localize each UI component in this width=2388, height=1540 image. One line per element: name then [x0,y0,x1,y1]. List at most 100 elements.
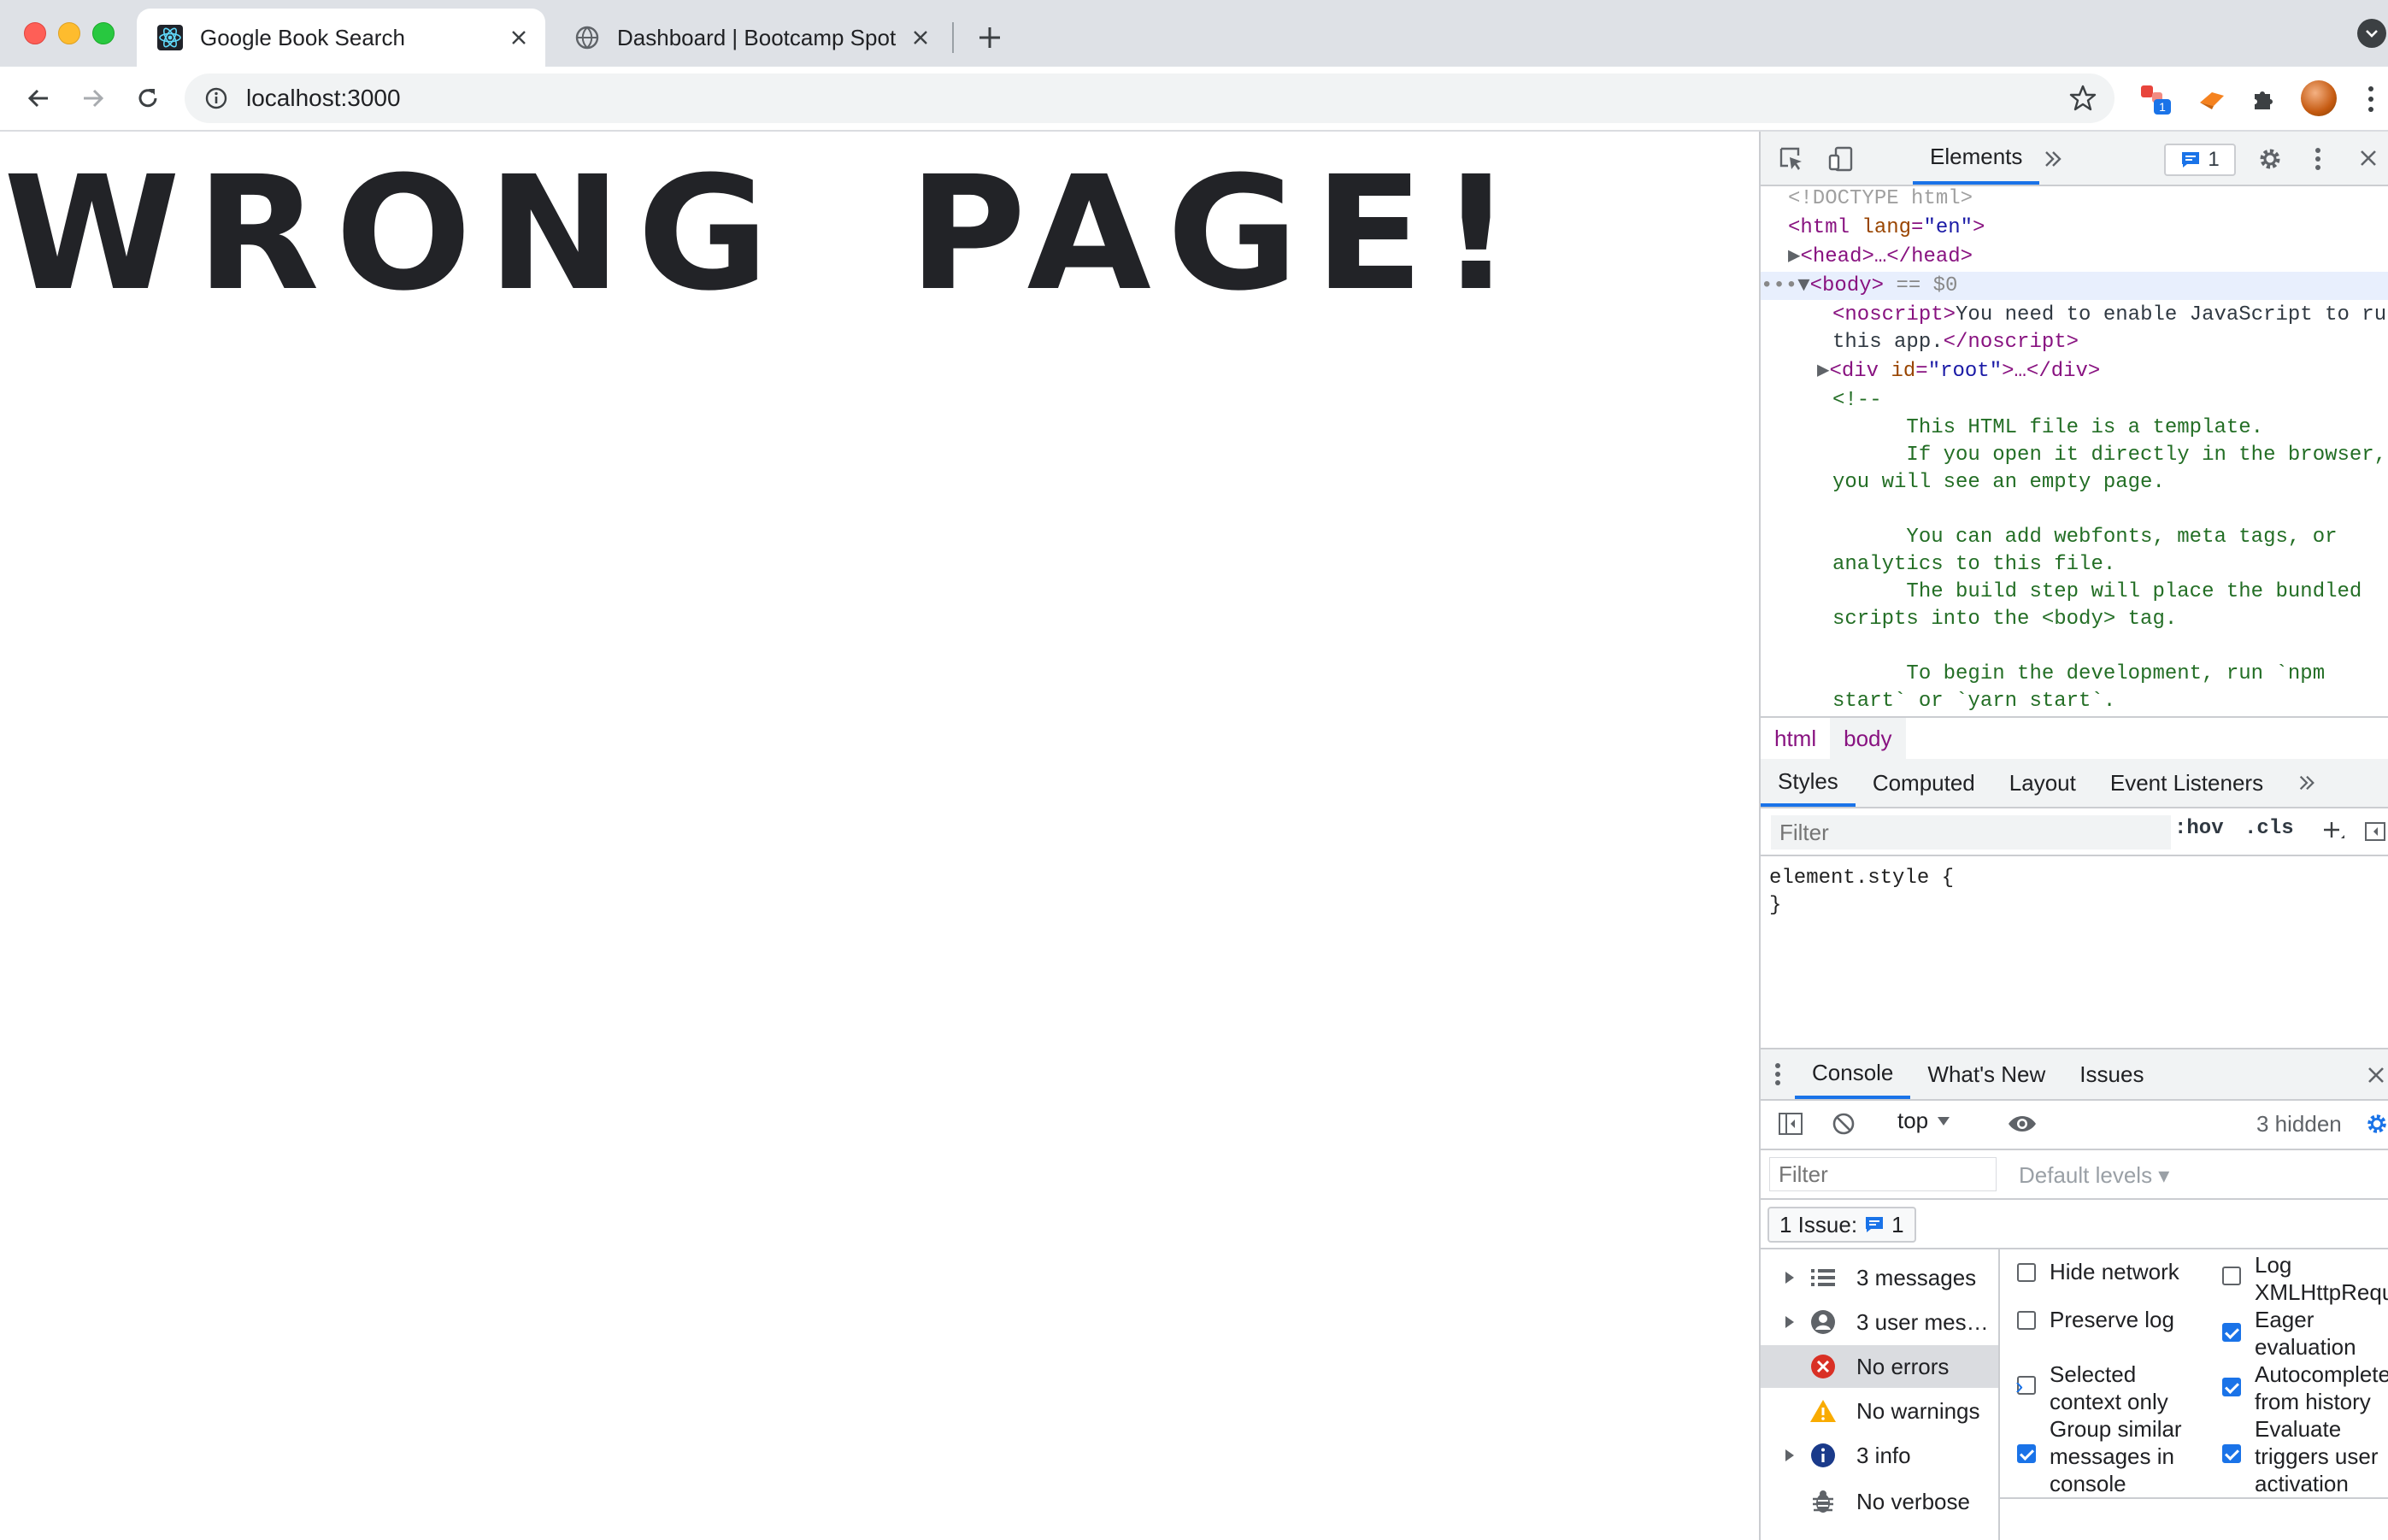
tab-computed[interactable]: Computed [1856,759,1992,807]
dom-head-node[interactable]: ▶<head>…</head> [1788,243,1973,271]
profile-avatar[interactable] [2301,80,2337,116]
clear-console-icon[interactable] [1829,1109,1858,1138]
tab-console[interactable]: Console [1795,1049,1911,1099]
forward-arrow-icon [84,89,104,108]
sidebar-item-warnings[interactable]: No warnings [1761,1390,1998,1432]
back-button[interactable] [19,79,58,118]
tab-event-listeners[interactable]: Event Listeners [2093,759,2280,807]
window-close-button[interactable] [24,22,46,44]
setting-label: Hide network [2050,1259,2179,1284]
issues-pill-count: 1 [1891,1211,1904,1237]
more-tabs-icon[interactable] [2039,145,2067,173]
log-levels-dropdown[interactable]: Default levels ▾ [2019,1162,2169,1189]
tab-google-book-search[interactable]: Google Book Search [137,9,545,67]
tab-elements[interactable]: Elements [1913,132,2040,185]
devtools-menu-icon[interactable] [2309,144,2326,174]
context-selector[interactable]: top [1897,1108,1950,1134]
settings-gear-icon[interactable] [2255,144,2285,174]
issues-counter[interactable]: 1 [2164,144,2236,176]
menu-kebab-icon[interactable] [2362,82,2379,116]
tab-search-button[interactable] [2357,19,2386,48]
dom-root-div-node[interactable]: ▶<div id="root">…</div> [1817,357,2100,385]
breadcrumb-body[interactable]: body [1830,718,1906,759]
site-info-icon[interactable] [203,85,229,111]
dom-html-node[interactable]: <html lang="en"> [1788,214,1985,242]
puzzle-icon[interactable] [2246,82,2280,116]
reload-button[interactable] [128,79,168,118]
styles-filter-input[interactable] [1771,815,2171,849]
sidebar-item-label: 3 messages [1856,1264,1977,1290]
tab-separator [952,22,954,53]
console-settings-icon[interactable] [2364,1109,2388,1138]
console-sidebar-toggle-icon[interactable] [1776,1109,1805,1138]
evaluate-triggers-checkbox[interactable] [2222,1444,2241,1463]
autocomplete-history-checkbox[interactable] [2222,1378,2241,1396]
dom-comment-line: start` or `yarn start`. [1832,690,2116,713]
expand-arrow-icon [1785,1449,1794,1461]
breadcrumb: html body [1761,716,2388,761]
sidebar-item-messages[interactable]: 3 messages [1761,1256,1998,1299]
element-style-rule[interactable]: element.style { } [1769,865,1954,920]
setting-label: Group similar messages in console [2050,1416,2182,1496]
setting-selected-context[interactable]: Selected context only [2017,1361,2168,1415]
live-expression-eye-icon[interactable] [2005,1109,2039,1138]
tab-whats-new[interactable]: What's New [1910,1049,2062,1099]
setting-preserve-log[interactable]: Preserve log [2017,1307,2174,1333]
log-xhr-checkbox[interactable] [2222,1267,2241,1285]
class-toggle[interactable]: .cls [2244,817,2294,840]
close-icon[interactable] [504,23,533,52]
eager-evaluation-checkbox[interactable] [2222,1323,2241,1342]
setting-log-xmlhttprequests[interactable]: Log XMLHttpRequ [2222,1251,2388,1306]
breadcrumb-html[interactable]: html [1761,718,1830,759]
hide-network-checkbox[interactable] [2017,1263,2036,1282]
device-toolbar-icon[interactable] [1826,144,1856,174]
toggle-sidebar-icon[interactable] [2362,819,2388,844]
bookmark-star-icon[interactable] [2068,84,2097,113]
dom-comment-line: If you open it directly in the browser, [1832,444,2387,467]
tab-layout[interactable]: Layout [1992,759,2093,807]
setting-hide-network[interactable]: Hide network [2017,1259,2179,1285]
info-icon [1809,1441,1838,1470]
new-tab-button[interactable] [971,19,1009,56]
window-zoom-button[interactable] [92,22,115,44]
tab-styles[interactable]: Styles [1761,759,1856,807]
console-prompt-icon[interactable]: › [2015,1372,2023,1400]
tab-dashboard-bootcamp-spot[interactable]: Dashboard | Bootcamp Spot [554,9,947,67]
sidebar-item-user-messages[interactable]: 3 user mes… [1761,1301,1998,1343]
page-viewport: WRONG PAGE! [0,132,1761,1540]
setting-label: Selected context only [2050,1361,2168,1414]
sidebar-item-verbose[interactable]: No verbose [1761,1480,1998,1523]
close-devtools-icon[interactable] [2356,145,2381,171]
add-rule-icon[interactable] [2320,817,2347,844]
extension-orange-icon[interactable] [2195,82,2229,116]
close-drawer-icon[interactable] [2364,1063,2388,1087]
issues-button[interactable]: 1 Issue: 1 [1767,1207,1916,1243]
sidebar-item-errors[interactable]: No errors [1761,1345,1998,1388]
setting-group-similar[interactable]: Group similar messages in console [2017,1415,2182,1497]
issues-bar: 1 Issue: 1 [1761,1200,2388,1249]
setting-autocomplete-history[interactable]: Autocomplete from history [2222,1361,2388,1415]
sidebar-item-label: 3 info [1856,1442,1911,1468]
setting-evaluate-triggers[interactable]: Evaluate triggers user activation [2222,1415,2379,1497]
window-minimize-button[interactable] [58,22,80,44]
extension-badge-icon[interactable]: 1 [2138,82,2173,116]
console-filter-input[interactable] [1769,1157,1997,1191]
address-bar[interactable]: localhost:3000 [185,73,2114,123]
group-similar-checkbox[interactable] [2017,1444,2036,1463]
preserve-log-checkbox[interactable] [2017,1311,2036,1330]
close-icon[interactable] [906,23,935,52]
dom-tree[interactable]: <!DOCTYPE html> <html lang="en"> ▶<head>… [1761,185,2388,716]
issues-label: 1 Issue: [1779,1211,1858,1237]
more-tabs-icon[interactable] [2280,759,2333,807]
setting-eager-evaluation[interactable]: Eager evaluation [2222,1306,2356,1361]
dom-doctype[interactable]: <!DOCTYPE html> [1788,185,1973,213]
dom-comment-line: You can add webfonts, meta tags, or [1832,526,2338,549]
sidebar-item-info[interactable]: 3 info [1761,1434,1998,1477]
dom-noscript-node[interactable]: <noscript>You need to enable JavaScript … [1832,301,2386,329]
hover-state-toggle[interactable]: :hov [2174,817,2224,840]
dom-body-node[interactable]: •••▼<body> == $0 [1761,272,2388,300]
tab-issues[interactable]: Issues [2062,1049,2161,1099]
forward-button[interactable] [74,79,113,118]
drawer-menu-icon[interactable] [1761,1049,1795,1099]
inspect-element-icon[interactable] [1776,144,1807,174]
